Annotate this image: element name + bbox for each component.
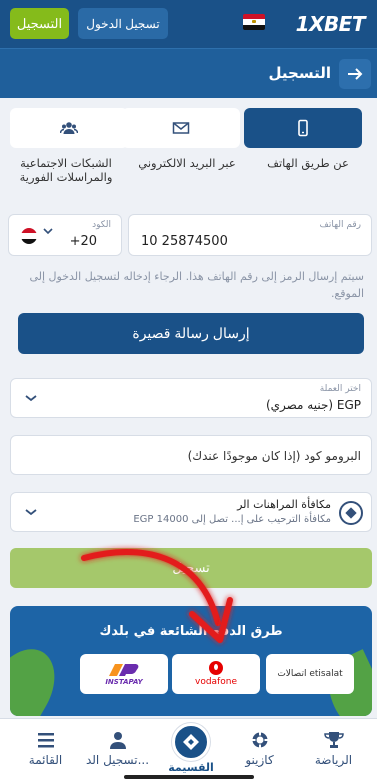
- sms-hint: سيتم إرسال الرمز إلى رقم الهاتف هذا. الر…: [29, 270, 364, 300]
- vodafone-logo[interactable]: vodafone: [172, 654, 260, 694]
- nav-menu-label: القائمة: [28, 753, 63, 767]
- egypt-flag-icon[interactable]: [243, 14, 265, 30]
- nav-sports-label: الرياضة: [314, 753, 353, 767]
- arrow-right-icon: [348, 68, 363, 80]
- register-button[interactable]: تسجيل: [10, 548, 372, 588]
- logo-suffix: BET: [323, 12, 366, 36]
- instapay-icon: [109, 664, 139, 676]
- country-code-select[interactable]: الكود +20: [8, 214, 122, 256]
- users-icon: [60, 122, 78, 134]
- chevron-down-icon: [25, 391, 37, 405]
- payment-methods-banner: طرق الدفع الشائعة في بلدك INSTAPAY vodaf…: [10, 606, 372, 716]
- code-label: الكود: [92, 220, 111, 230]
- egypt-flag-icon: [21, 228, 37, 244]
- home-indicator: [124, 775, 254, 779]
- instapay-logo[interactable]: INSTAPAY: [80, 654, 168, 694]
- nav-casino-label: كازينو: [245, 753, 274, 767]
- nav-coupon-label[interactable]: القسيمة: [160, 761, 222, 774]
- code-value: +20: [69, 234, 97, 249]
- nav-login[interactable]: تسجيل الد...: [80, 731, 155, 767]
- etisalat-logo[interactable]: اتصالات etisalat: [266, 654, 354, 694]
- bonus-subtitle: مكافأة الترحيب على إ... تصل إلى EGP 1400…: [133, 514, 331, 525]
- phone-input[interactable]: رقم الهاتف 10 25874500: [128, 214, 372, 256]
- currency-value: EGP (جنيه مصري): [265, 398, 361, 412]
- tab-social[interactable]: [10, 108, 128, 148]
- send-sms-button[interactable]: إرسال رسالة قصيرة: [18, 313, 364, 354]
- page-header: التسجيل: [0, 48, 377, 98]
- tab-social-label[interactable]: الشبكات الاجتماعية والمراسلات الفورية: [6, 156, 126, 184]
- vodafone-icon: [209, 661, 223, 675]
- registration-panel: عن طريق الهاتف عبر البريد الالكتروني الش…: [0, 98, 377, 718]
- phone-label: رقم الهاتف: [319, 220, 361, 230]
- nav-coupon[interactable]: [172, 723, 210, 761]
- tab-email[interactable]: [122, 108, 240, 148]
- currency-label: اختر العملة: [319, 384, 361, 394]
- phone-value[interactable]: 10 25874500: [141, 234, 228, 249]
- instapay-text: INSTAPAY: [105, 678, 143, 686]
- brand-logo[interactable]: 1XBET: [295, 12, 366, 36]
- coupon-icon: [183, 734, 199, 750]
- promo-placeholder: البرومو كود (إذا كان موجودًا عندك): [187, 449, 361, 463]
- mail-icon: [172, 122, 190, 134]
- etisalat-text: اتصالات etisalat: [277, 669, 343, 679]
- phone-icon: [298, 119, 308, 137]
- logo-prefix: 1X: [295, 12, 325, 36]
- nav-login-label: تسجيل الد...: [85, 753, 150, 767]
- bonus-select[interactable]: مكافأة المراهنات الر مكافأة الترحيب على …: [10, 492, 372, 532]
- user-icon: [109, 732, 126, 749]
- tab-phone-label[interactable]: عن طريق الهاتف: [258, 156, 358, 170]
- tab-phone[interactable]: [244, 108, 362, 148]
- leaf-decoration: [10, 637, 69, 716]
- page-title: التسجيل: [268, 64, 331, 82]
- chevron-down-icon: [43, 227, 53, 238]
- bottom-nav: الرياضة كازينو القسيمة تسجيل الد... القا…: [0, 718, 377, 780]
- register-top-button[interactable]: التسجيل: [10, 8, 69, 39]
- nav-sports[interactable]: الرياضة: [296, 731, 371, 767]
- bonus-title: مكافأة المراهنات الر: [237, 498, 331, 511]
- trophy-icon: [323, 732, 344, 748]
- login-button[interactable]: تسجيل الدخول: [78, 8, 168, 39]
- currency-select[interactable]: اختر العملة EGP (جنيه مصري): [10, 378, 372, 418]
- casino-chip-icon: [252, 732, 267, 748]
- menu-icon: [37, 733, 54, 748]
- chevron-down-icon: [25, 505, 37, 519]
- nav-menu[interactable]: القائمة: [8, 731, 83, 767]
- promo-code-input[interactable]: البرومو كود (إذا كان موجودًا عندك): [10, 435, 372, 475]
- payments-title: طرق الدفع الشائعة في بلدك: [99, 624, 283, 639]
- back-button[interactable]: [339, 59, 371, 89]
- vodafone-text: vodafone: [195, 677, 237, 687]
- soccer-ball-icon: [339, 501, 363, 525]
- nav-casino[interactable]: كازينو: [222, 731, 297, 767]
- tab-email-label[interactable]: عبر البريد الالكتروني: [132, 156, 242, 170]
- top-bar: التسجيل تسجيل الدخول 1XBET: [0, 0, 377, 48]
